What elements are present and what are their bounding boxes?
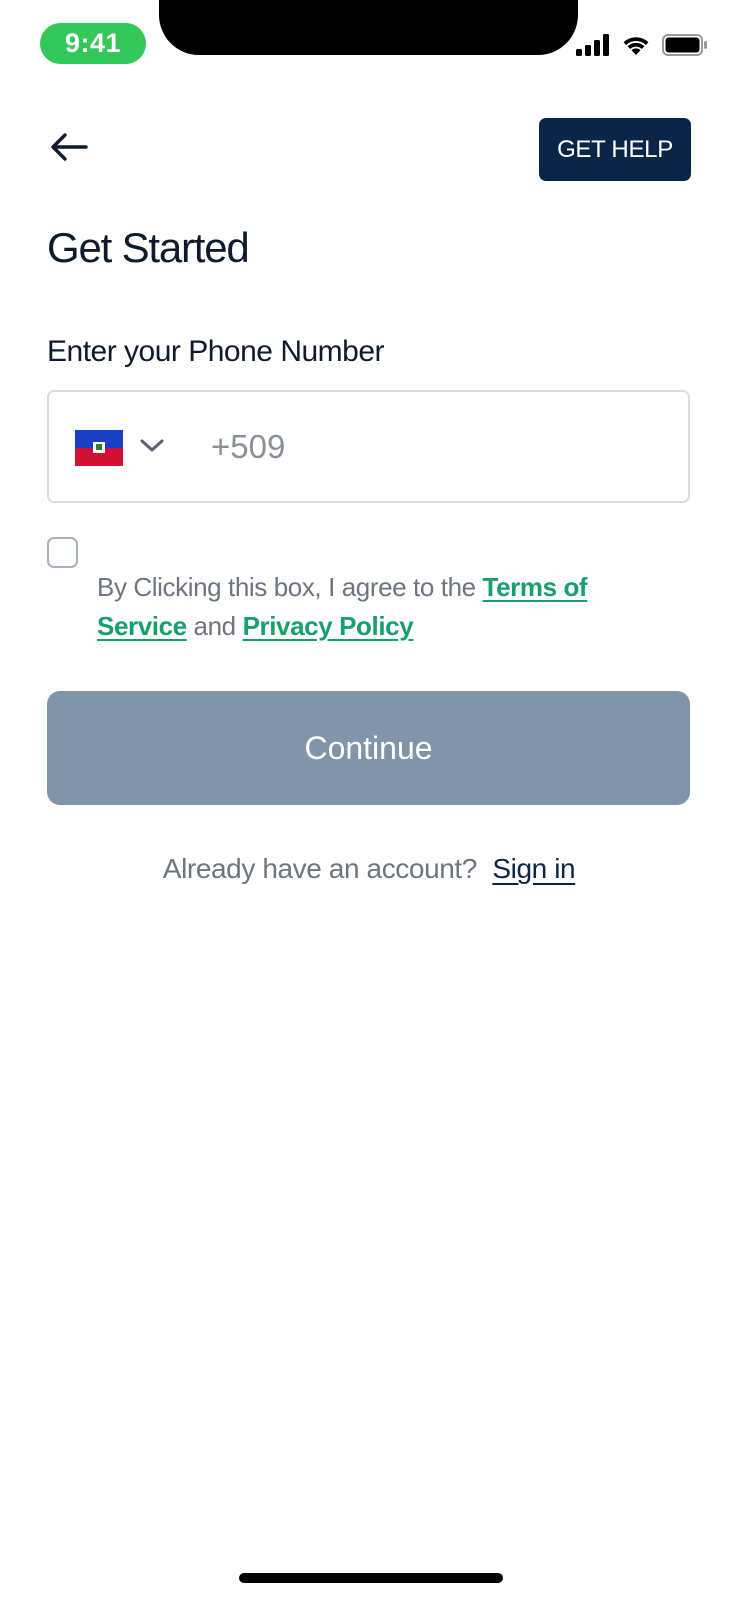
terms-connector: and: [186, 611, 243, 641]
continue-button[interactable]: Continue: [47, 691, 690, 805]
sign-in-link[interactable]: Sign in: [492, 853, 575, 884]
home-indicator: [239, 1573, 503, 1583]
phone-number-label: Enter your Phone Number: [47, 335, 385, 368]
cellular-signal-icon: [576, 34, 610, 56]
privacy-policy-link[interactable]: Privacy Policy: [243, 611, 414, 641]
back-button[interactable]: [46, 126, 92, 172]
phone-number-field: [47, 390, 690, 503]
device-notch: [159, 0, 578, 55]
country-code-selector[interactable]: [75, 429, 165, 467]
phone-number-input[interactable]: [211, 412, 661, 482]
wifi-icon: [621, 34, 651, 56]
arrow-left-icon: [49, 132, 89, 166]
haiti-flag-icon: [75, 430, 123, 466]
page-title: Get Started: [47, 224, 250, 271]
get-help-button[interactable]: GET HELP: [539, 118, 691, 181]
battery-icon: [662, 34, 708, 56]
status-time: 9:41: [40, 23, 146, 64]
chevron-down-icon: [139, 438, 165, 458]
terms-checkbox[interactable]: [47, 537, 78, 568]
status-bar: 9:41: [0, 0, 738, 90]
terms-prefix: By Clicking this box, I agree to the: [97, 572, 483, 602]
signin-prompt: Already have an account?: [162, 853, 478, 884]
status-icons: [576, 32, 708, 58]
terms-agreement-text: By Clicking this box, I agree to the Ter…: [97, 568, 637, 646]
signin-row: Already have an account? Sign in: [0, 853, 738, 885]
